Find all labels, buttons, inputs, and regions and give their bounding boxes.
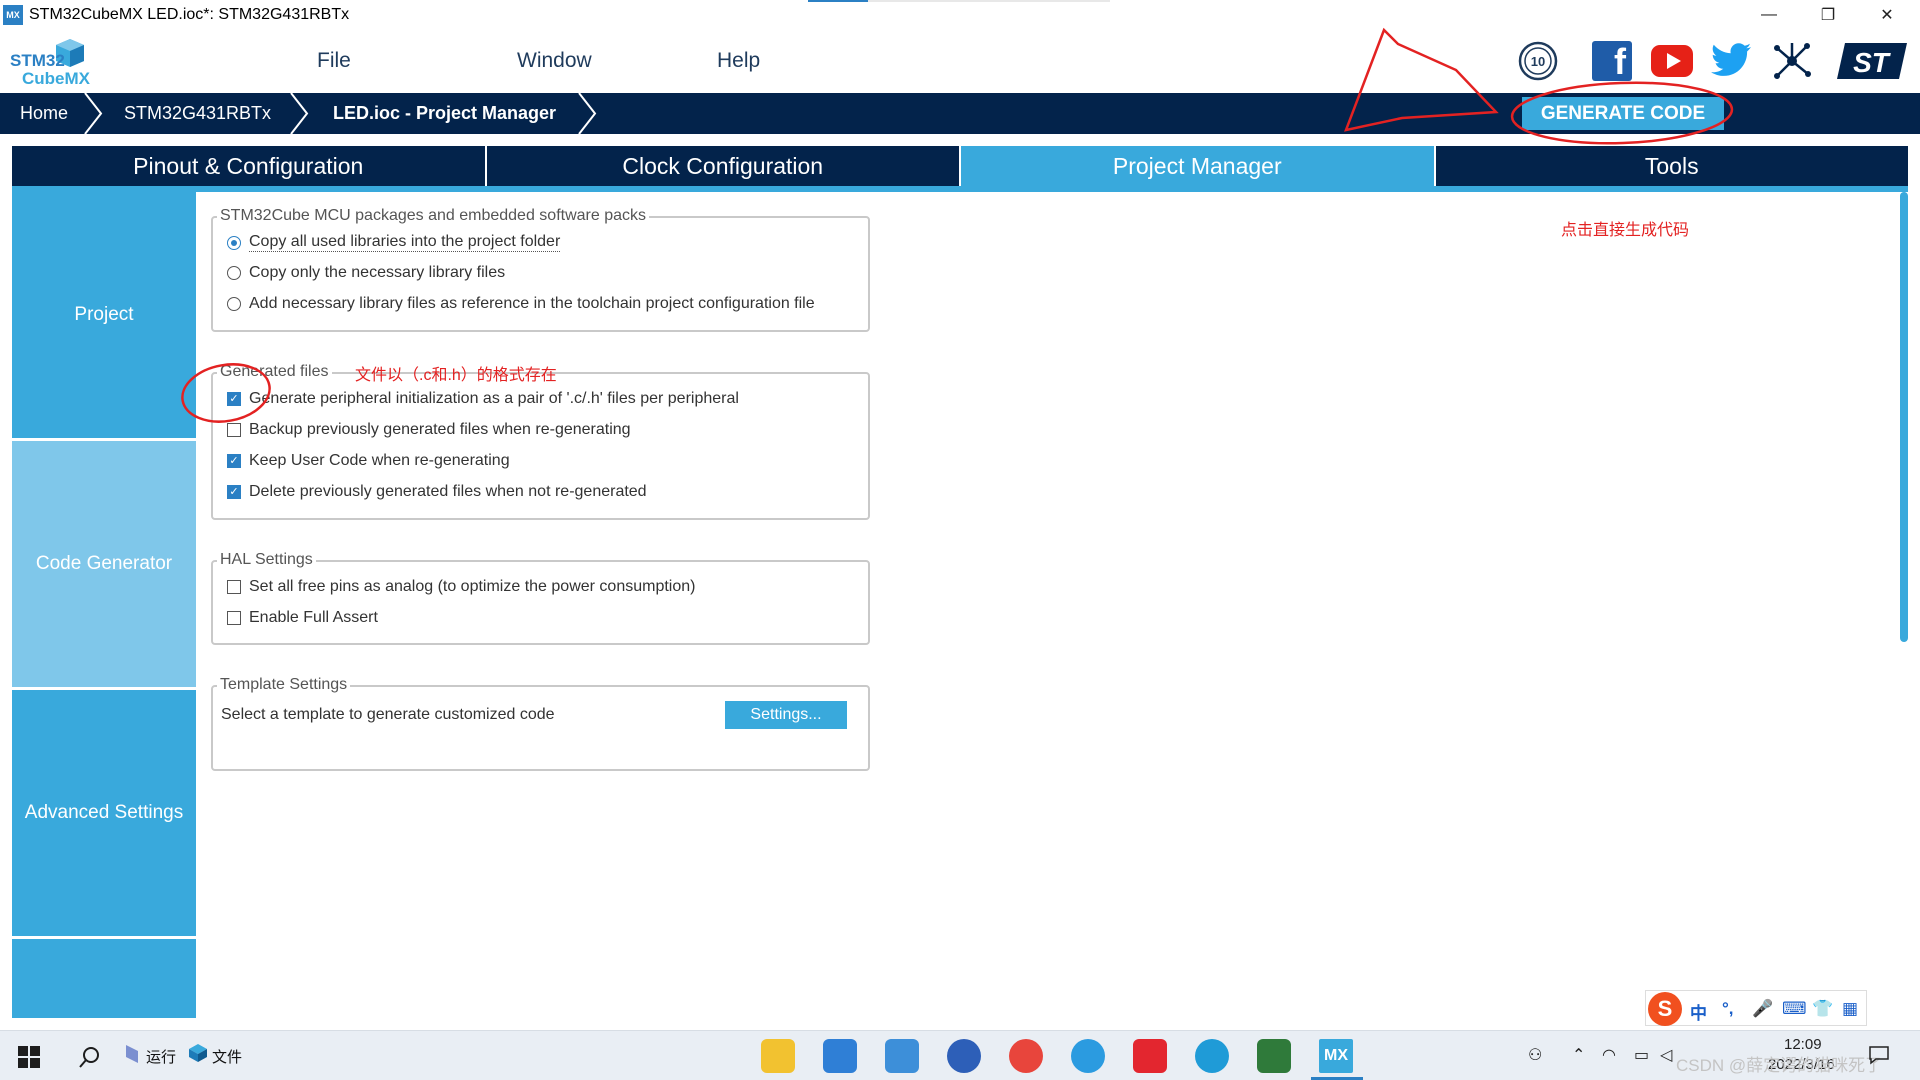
- annotation-circle-generate: [1510, 81, 1734, 145]
- notification-icon[interactable]: [1868, 1045, 1890, 1065]
- people-icon[interactable]: ⚇: [1528, 1045, 1542, 1065]
- windows-taskbar: 运行 文件 MX ⚇ ⌃ ◠ ▭ ◁ 12:09 2022/3/16 CSDN …: [0, 1030, 1920, 1080]
- ime-chinese-mode[interactable]: 中: [1690, 999, 1707, 1024]
- taskbar-files-label[interactable]: 文件: [212, 1046, 242, 1067]
- csdn-watermark: CSDN @薛定谔的猫咪死了: [1676, 1056, 1883, 1075]
- keil-icon[interactable]: [1257, 1039, 1291, 1073]
- files-icon[interactable]: [188, 1043, 208, 1063]
- run-icon[interactable]: [124, 1043, 142, 1065]
- skin-icon[interactable]: 👕: [1812, 999, 1833, 1019]
- ie-browser-icon[interactable]: [1071, 1039, 1105, 1073]
- chevron-up-icon[interactable]: ⌃: [1572, 1045, 1585, 1065]
- ai-app-icon[interactable]: [947, 1039, 981, 1073]
- annotation-strokes: [181, 27, 1734, 423]
- xmind-icon[interactable]: [1133, 1039, 1167, 1073]
- volume-icon[interactable]: ◁: [1660, 1045, 1672, 1065]
- stm32cubemx-taskbar-icon[interactable]: MX: [1319, 1039, 1353, 1073]
- flame-app-icon[interactable]: [823, 1039, 857, 1073]
- windows-start-icon[interactable]: [18, 1046, 40, 1068]
- search-icon[interactable]: [78, 1045, 102, 1069]
- ime-punctuation[interactable]: °,: [1722, 999, 1734, 1019]
- edge-icon[interactable]: [1195, 1039, 1229, 1073]
- taskbar-run-label[interactable]: 运行: [146, 1046, 176, 1067]
- toolbox-icon[interactable]: ▦: [1842, 999, 1858, 1019]
- box-app-icon[interactable]: [885, 1039, 919, 1073]
- ime-toolbar[interactable]: S 中 °, 🎤 ⌨ 👕 ▦: [1645, 990, 1867, 1026]
- sogou-logo-icon[interactable]: S: [1648, 992, 1682, 1026]
- battery-icon[interactable]: ▭: [1634, 1045, 1649, 1065]
- microphone-icon[interactable]: 🎤: [1752, 999, 1773, 1019]
- annotation-circle-checkbox: [181, 363, 271, 423]
- keyboard-icon[interactable]: ⌨: [1782, 999, 1807, 1019]
- annotation-arrow: [1344, 27, 1499, 132]
- chrome-icon[interactable]: [1009, 1039, 1043, 1073]
- file-explorer-icon[interactable]: [761, 1039, 795, 1073]
- wifi-icon[interactable]: ◠: [1602, 1045, 1616, 1065]
